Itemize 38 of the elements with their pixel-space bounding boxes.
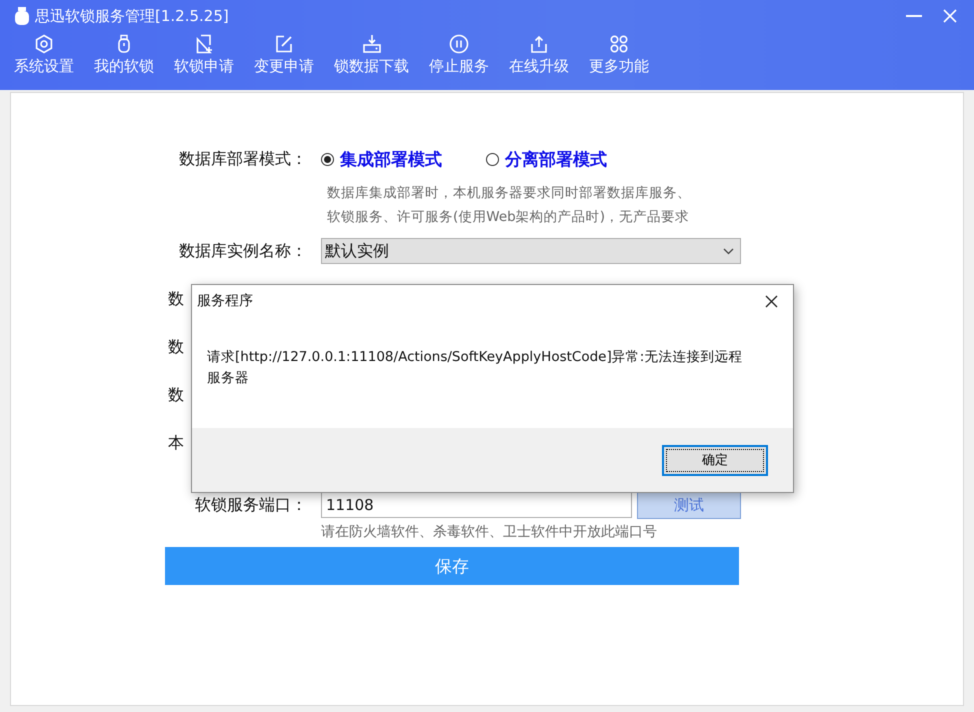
field-label: 数 (168, 336, 184, 358)
field-label: 数 (168, 288, 184, 310)
hint-text: 请在防火墙软件、杀毒软件、卫士软件中开放此端口号 (321, 523, 658, 541)
toolbar-button[interactable]: 锁数据下载 (331, 32, 412, 78)
field-label: 数 (168, 384, 184, 406)
dialog-title: 服务程序 (197, 292, 253, 310)
close-icon[interactable] (765, 294, 778, 308)
settings-icon (34, 34, 54, 54)
field-label: 数据库实例名称： (178, 240, 307, 262)
edit-icon (274, 34, 294, 54)
description-text: 数据库集成部署时，本机服务器要求同时部署数据库服务、 (327, 184, 692, 203)
pause-icon (449, 34, 469, 54)
toolbar-button[interactable]: 软锁申请 (171, 32, 237, 78)
field-label: 数据库部署模式： (178, 148, 307, 170)
error-message: 请求[http://127.0.0.1:11108/Actions/SoftKeyApplyHostCode]异常:无法连接到远程服务器 (207, 348, 744, 388)
toolbar-button[interactable]: 更多功能 (586, 32, 652, 78)
toolbar-button[interactable]: 我的软锁 (91, 32, 157, 78)
field-label: 本 (168, 432, 184, 454)
ok-button[interactable]: 确定 (662, 444, 768, 476)
radio-button[interactable] (486, 152, 499, 166)
toolbar-button[interactable]: 停止服务 (426, 32, 492, 78)
document-add-icon (194, 34, 214, 54)
upload-icon (529, 34, 549, 54)
download-icon (362, 34, 382, 54)
toolbar-button[interactable]: 系统设置 (11, 32, 77, 78)
save-button[interactable]: 保存 (165, 547, 739, 585)
test-button[interactable]: 测试 (637, 491, 741, 519)
field-label: 软锁服务端口： (194, 494, 307, 516)
toolbar-button[interactable]: 变更申请 (251, 32, 317, 78)
radio-button[interactable] (321, 152, 334, 166)
instance-dropdown[interactable]: 默认实例 (321, 238, 741, 264)
radio-label[interactable]: 分离部署模式 (505, 148, 607, 170)
grid-icon (609, 34, 629, 54)
chevron-down-icon (723, 248, 734, 254)
description-text: 软锁服务、许可服务(使用Web架构的产品时)，无产品要求 (327, 208, 690, 227)
radio-label[interactable]: 集成部署模式 (340, 148, 442, 170)
toolbar-button[interactable]: 在线升级 (506, 32, 572, 78)
window-title: 思迅软锁服务管理[1.2.5.25] (35, 6, 230, 26)
